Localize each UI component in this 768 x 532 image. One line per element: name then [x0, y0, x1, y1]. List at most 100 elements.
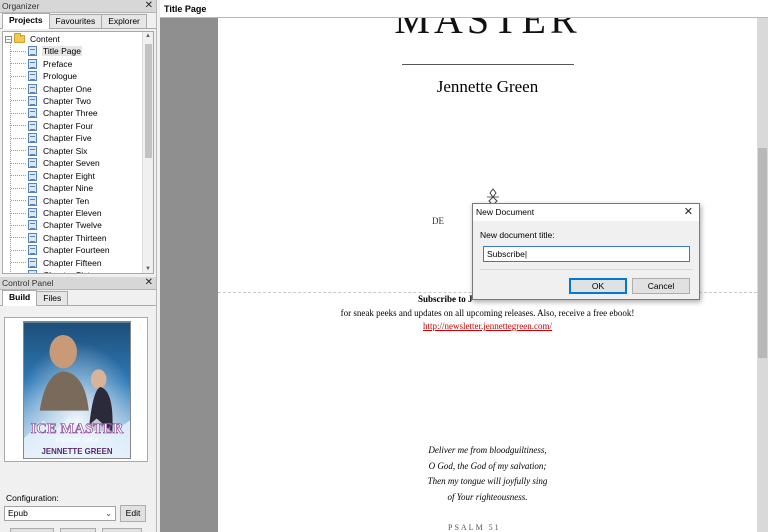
- document-icon: [28, 245, 37, 256]
- tree-item[interactable]: Preface: [11, 57, 73, 69]
- tree-scrollbar[interactable]: ▲ ▼: [142, 32, 153, 273]
- document-icon: [28, 232, 37, 243]
- tree-item[interactable]: Chapter Fourteen: [11, 244, 111, 256]
- editor-tab-title: Title Page: [160, 0, 768, 18]
- document-icon: [28, 108, 37, 119]
- document-icon: [28, 83, 37, 94]
- close-icon[interactable]: ✕: [145, 277, 153, 289]
- close-icon[interactable]: ✕: [145, 0, 153, 12]
- editor-scroll-thumb[interactable]: [758, 148, 767, 358]
- tree-item[interactable]: Chapter Eleven: [11, 207, 103, 219]
- document-icon: [28, 120, 37, 131]
- tree-scroll-thumb[interactable]: [145, 44, 152, 158]
- tree-connector: [11, 187, 26, 189]
- configuration-label: Configuration:: [6, 493, 59, 503]
- tree-item[interactable]: Title Page: [11, 45, 82, 57]
- verse-line: of Your righteousness.: [447, 491, 528, 502]
- scroll-down-icon[interactable]: ▼: [143, 266, 153, 272]
- subscribe-heading: Subscribe to J: [418, 294, 473, 304]
- build-action-button[interactable]: [10, 528, 54, 532]
- text-cursor: |: [524, 249, 528, 259]
- tab-build[interactable]: Build: [2, 290, 38, 306]
- tree-root[interactable]: – Content: [5, 33, 61, 45]
- control-panel: Control Panel ✕ Build Files ICE MASTER I…: [0, 277, 156, 532]
- organizer-panel: Organizer ✕ Projects Favourites Explorer…: [0, 0, 156, 275]
- close-icon[interactable]: ✕: [684, 204, 693, 221]
- epigraph-verse: Deliver me from bloodguiltiness, O God, …: [218, 443, 757, 505]
- tree-item[interactable]: Chapter Six: [11, 145, 88, 157]
- tab-projects[interactable]: Projects: [2, 13, 50, 29]
- tree-connector: [11, 162, 26, 164]
- cover-preview: ICE MASTER ICE-FIRE SAGA JENNETTE GREEN: [4, 317, 148, 462]
- tab-files[interactable]: Files: [36, 291, 69, 305]
- cover-subtitle-text: ICE-FIRE SAGA: [55, 438, 98, 444]
- tree-item[interactable]: Chapter Two: [11, 95, 92, 107]
- tree-connector: [11, 137, 26, 139]
- tree-item[interactable]: Chapter Seven: [11, 157, 101, 169]
- tree-connector: [11, 175, 26, 177]
- tree-item[interactable]: Chapter Eight: [11, 170, 96, 182]
- tree-item-label: Chapter Thirteen: [43, 232, 107, 243]
- document-icon: [28, 46, 37, 57]
- verse-line: Then my tongue will joyfully sing: [427, 476, 548, 486]
- document-icon: [28, 257, 37, 268]
- collapse-icon[interactable]: –: [5, 35, 12, 43]
- scroll-up-icon[interactable]: ▲: [143, 33, 153, 39]
- document-icon: [28, 170, 37, 181]
- tree-connector: [11, 200, 26, 202]
- verse-line: O God, the God of my salvation;: [428, 460, 547, 471]
- tree-item-label: Title Page: [42, 46, 82, 57]
- edit-configuration-button[interactable]: Edit: [120, 505, 146, 522]
- tab-favourites[interactable]: Favourites: [48, 14, 103, 28]
- tree-item-label: Chapter Eight: [43, 170, 95, 181]
- tree-connector: [11, 224, 26, 226]
- tree-item-label: Chapter One: [43, 83, 92, 94]
- new-document-dialog: New Document ✕ New document title: Subsc…: [472, 203, 700, 300]
- project-tree[interactable]: – Content Title Page Preface Prologue Chapt…: [2, 31, 154, 274]
- tree-item[interactable]: Chapter Four: [11, 120, 94, 132]
- tree-item-label: Chapter Sixteen: [42, 270, 105, 273]
- tree-item[interactable]: Chapter Sixteen: [11, 269, 105, 273]
- tree-item-label: Chapter Two: [43, 95, 92, 106]
- configuration-value: Epub: [8, 508, 28, 518]
- left-column: Organizer ✕ Projects Favourites Explorer…: [0, 0, 157, 532]
- configuration-select[interactable]: Epub ⌄: [4, 506, 116, 521]
- tree-item[interactable]: Chapter Ten: [11, 194, 90, 206]
- tree-item-label: Chapter Twelve: [43, 220, 102, 231]
- book-title-heading: MASTER: [394, 18, 581, 42]
- tree-connector: [11, 88, 26, 90]
- build-action-button[interactable]: [102, 528, 142, 532]
- tree-connector: [11, 125, 26, 127]
- tree-connector: [11, 50, 26, 52]
- tree-item[interactable]: Prologue: [11, 70, 78, 82]
- app-window: Organizer ✕ Projects Favourites Explorer…: [0, 0, 768, 532]
- ok-button[interactable]: OK: [569, 278, 627, 294]
- tree-item[interactable]: Chapter One: [11, 82, 93, 94]
- newsletter-link[interactable]: http://newsletter.jennettegreen.com/: [218, 321, 757, 331]
- document-title-input[interactable]: Subscribe|: [483, 246, 690, 262]
- document-icon: [28, 220, 37, 231]
- cover-author-text: JENNETTE GREEN: [41, 447, 112, 456]
- tree-item[interactable]: Chapter Twelve: [11, 219, 103, 231]
- tree-item[interactable]: Chapter Thirteen: [11, 232, 108, 244]
- cancel-button[interactable]: Cancel: [632, 278, 690, 294]
- document-title-value: Subscribe: [487, 249, 525, 259]
- build-action-button[interactable]: [60, 528, 96, 532]
- folder-icon: [14, 33, 25, 43]
- dialog-separator: [480, 269, 693, 270]
- tree-item[interactable]: Chapter Five: [11, 132, 93, 144]
- organizer-title-bar: Organizer ✕: [0, 0, 156, 13]
- document-title-label: New document title:: [480, 230, 555, 240]
- document-icon: [28, 158, 37, 169]
- tree-item-label: Chapter Nine: [43, 183, 94, 194]
- tab-explorer[interactable]: Explorer: [101, 14, 147, 28]
- tree-connector: [11, 212, 26, 214]
- tree-item[interactable]: Chapter Three: [11, 107, 99, 119]
- tree-item[interactable]: Chapter Fifteen: [11, 257, 103, 269]
- document-icon: [28, 133, 37, 144]
- verse-line: Deliver me from bloodguiltiness,: [428, 445, 547, 455]
- editor-scrollbar[interactable]: [757, 18, 768, 532]
- dialog-title-bar: New Document ✕: [473, 204, 699, 221]
- tree-connector: [11, 150, 26, 152]
- tree-item[interactable]: Chapter Nine: [11, 182, 94, 194]
